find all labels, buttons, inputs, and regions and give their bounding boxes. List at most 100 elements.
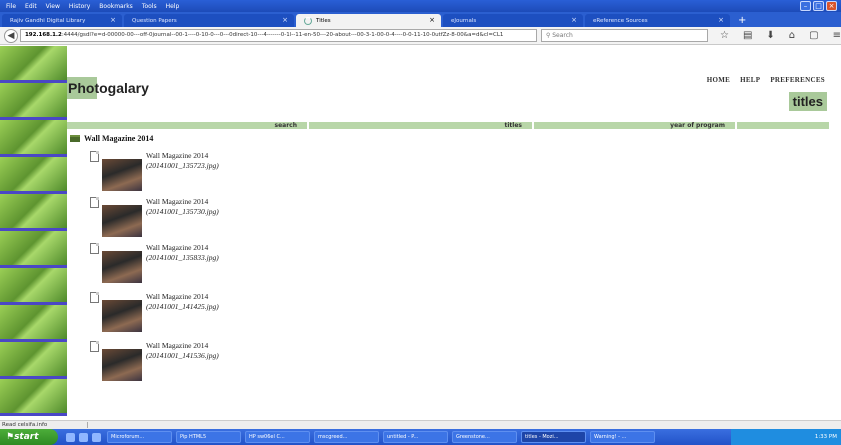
tab-label: eJournals	[451, 17, 477, 24]
collection-navbar: search titles year of program	[67, 122, 829, 129]
leaf-tile	[0, 379, 67, 416]
tab-ejournals[interactable]: eJournals ×	[443, 14, 583, 27]
close-window-button[interactable]: ×	[826, 1, 837, 11]
item-title: Wall Magazine 2014	[146, 292, 209, 301]
leaf-tile	[0, 305, 67, 342]
leaf-tile	[0, 83, 67, 120]
tab-ereference[interactable]: eReference Sources ×	[585, 14, 730, 27]
taskbar-button[interactable]: Pip HTML5	[176, 431, 241, 443]
nav-filler	[737, 122, 829, 129]
status-bar: Read celsifa.info	[0, 420, 841, 429]
download-icon[interactable]: ⬇	[766, 30, 774, 41]
menu-history[interactable]: History	[69, 3, 90, 10]
item-filename: (20141001_135723.jpg)	[146, 161, 219, 170]
menu-bookmarks[interactable]: Bookmarks	[99, 3, 133, 10]
menu-icon[interactable]: ≡	[833, 30, 841, 41]
taskbar-button[interactable]: Warning! - ...	[590, 431, 655, 443]
item-meta: Wall Magazine 2014 (20141001_141536.jpg)	[146, 341, 219, 381]
taskbar-button[interactable]: HP sw06el C...	[245, 431, 310, 443]
bookmark-list-icon[interactable]: ▤	[743, 30, 752, 41]
tab-label: Titles	[316, 17, 331, 24]
nav-search[interactable]: search	[67, 122, 309, 129]
close-tab-icon[interactable]: ×	[429, 16, 435, 24]
home-link[interactable]: HOME	[707, 76, 730, 84]
reader-icon[interactable]: ▢	[809, 30, 818, 41]
new-tab-button[interactable]: +	[738, 14, 746, 27]
photo-thumbnail[interactable]	[102, 300, 142, 332]
menu-bar: File Edit View History Bookmarks Tools H…	[0, 0, 841, 12]
leaf-tile	[0, 268, 67, 305]
url-path: :4444/gsdl?e=d-00000-00---off-0journal--…	[61, 32, 504, 38]
system-tray: 1:33 PM	[731, 429, 841, 445]
taskbar-button[interactable]: titles - Mozi...	[521, 431, 586, 443]
item-title: Wall Magazine 2014	[146, 341, 209, 350]
status-text: Read celsifa.info	[2, 422, 89, 428]
leaf-tile	[0, 194, 67, 231]
list-item[interactable]: Wall Magazine 2014 (20141001_135723.jpg)	[90, 151, 219, 191]
document-icon[interactable]	[90, 341, 99, 352]
menu-view[interactable]: View	[46, 3, 60, 10]
item-title: Wall Magazine 2014	[146, 197, 209, 206]
url-bar[interactable]: 192.168.1.2:4444/gsdl?e=d-00000-00---off…	[19, 29, 537, 42]
document-icon[interactable]	[90, 243, 99, 254]
quick-launch-icon[interactable]	[66, 432, 75, 442]
preferences-link[interactable]: PREFERENCES	[770, 76, 825, 84]
windows-logo-icon: ⚑	[6, 432, 15, 442]
navigation-bar: ◀ 192.168.1.2:4444/gsdl?e=d-00000-00---o…	[0, 27, 841, 45]
clock[interactable]: 1:33 PM	[815, 434, 837, 440]
quick-launch-icon[interactable]	[92, 432, 101, 442]
list-item[interactable]: Wall Magazine 2014 (20141001_141536.jpg)	[90, 341, 219, 381]
back-button[interactable]: ◀	[4, 28, 18, 43]
close-tab-icon[interactable]: ×	[571, 16, 577, 24]
tab-titles[interactable]: Titles ×	[296, 14, 441, 27]
close-tab-icon[interactable]: ×	[282, 16, 288, 24]
tab-label: Question Papers	[132, 17, 177, 24]
minimize-button[interactable]: –	[800, 1, 811, 11]
collection-title: Wall Magazine 2014	[84, 134, 154, 143]
loading-icon	[304, 16, 312, 25]
search-input[interactable]: ⚲ Search	[540, 29, 708, 42]
quick-launch-icon[interactable]	[79, 432, 88, 442]
photo-thumbnail[interactable]	[102, 251, 142, 283]
list-item[interactable]: Wall Magazine 2014 (20141001_135730.jpg)	[90, 197, 219, 237]
menu-tools[interactable]: Tools	[142, 3, 157, 10]
maximize-button[interactable]: □	[813, 1, 824, 11]
taskbar-button[interactable]: untitled - P...	[383, 431, 448, 443]
tab-bar: Rajiv Gandhi Digital Library × Question …	[0, 12, 841, 27]
document-icon[interactable]	[90, 292, 99, 303]
photo-thumbnail[interactable]	[102, 205, 142, 237]
close-tab-icon[interactable]: ×	[718, 16, 724, 24]
star-icon[interactable]: ☆	[720, 30, 729, 41]
menu-file[interactable]: File	[6, 3, 16, 10]
item-meta: Wall Magazine 2014 (20141001_135730.jpg)	[146, 197, 219, 237]
item-meta: Wall Magazine 2014 (20141001_135723.jpg)	[146, 151, 219, 191]
list-item[interactable]: Wall Magazine 2014 (20141001_141425.jpg)	[90, 292, 219, 332]
nav-titles[interactable]: titles	[309, 122, 534, 129]
start-label: start	[14, 432, 39, 442]
photo-thumbnail[interactable]	[102, 159, 142, 191]
home-icon[interactable]: ⌂	[789, 30, 795, 41]
document-icon[interactable]	[90, 151, 99, 162]
browser-window: File Edit View History Bookmarks Tools H…	[0, 0, 841, 445]
taskbar-button[interactable]: Greenstone...	[452, 431, 517, 443]
start-button[interactable]: ⚑ start	[0, 429, 58, 445]
nav-year-of-program[interactable]: year of program	[534, 122, 737, 129]
page-title: Photogalary	[68, 80, 149, 96]
document-icon[interactable]	[90, 197, 99, 208]
window-controls: – □ ×	[800, 1, 837, 11]
list-item[interactable]: Wall Magazine 2014 (20141001_135833.jpg)	[90, 243, 219, 283]
photo-thumbnail[interactable]	[102, 349, 142, 381]
tab-digital-library[interactable]: Rajiv Gandhi Digital Library ×	[2, 14, 122, 27]
taskbar-button[interactable]: Microforum...	[107, 431, 172, 443]
taskbar-button[interactable]: mscgreed...	[314, 431, 379, 443]
collection-heading[interactable]: Wall Magazine 2014	[70, 134, 153, 143]
menu-help[interactable]: Help	[166, 3, 180, 10]
tab-label: Rajiv Gandhi Digital Library	[10, 17, 86, 24]
close-tab-icon[interactable]: ×	[110, 16, 116, 24]
help-link[interactable]: HELP	[740, 76, 760, 84]
tab-question-papers[interactable]: Question Papers ×	[124, 14, 294, 27]
menu-edit[interactable]: Edit	[25, 3, 37, 10]
taskbar: ⚑ start Microforum... Pip HTML5 HP sw06e…	[0, 429, 841, 445]
toolbar-icons: ☆ ▤ ⬇ ⌂ ▢ ≡	[720, 30, 841, 41]
item-filename: (20141001_141536.jpg)	[146, 351, 219, 360]
